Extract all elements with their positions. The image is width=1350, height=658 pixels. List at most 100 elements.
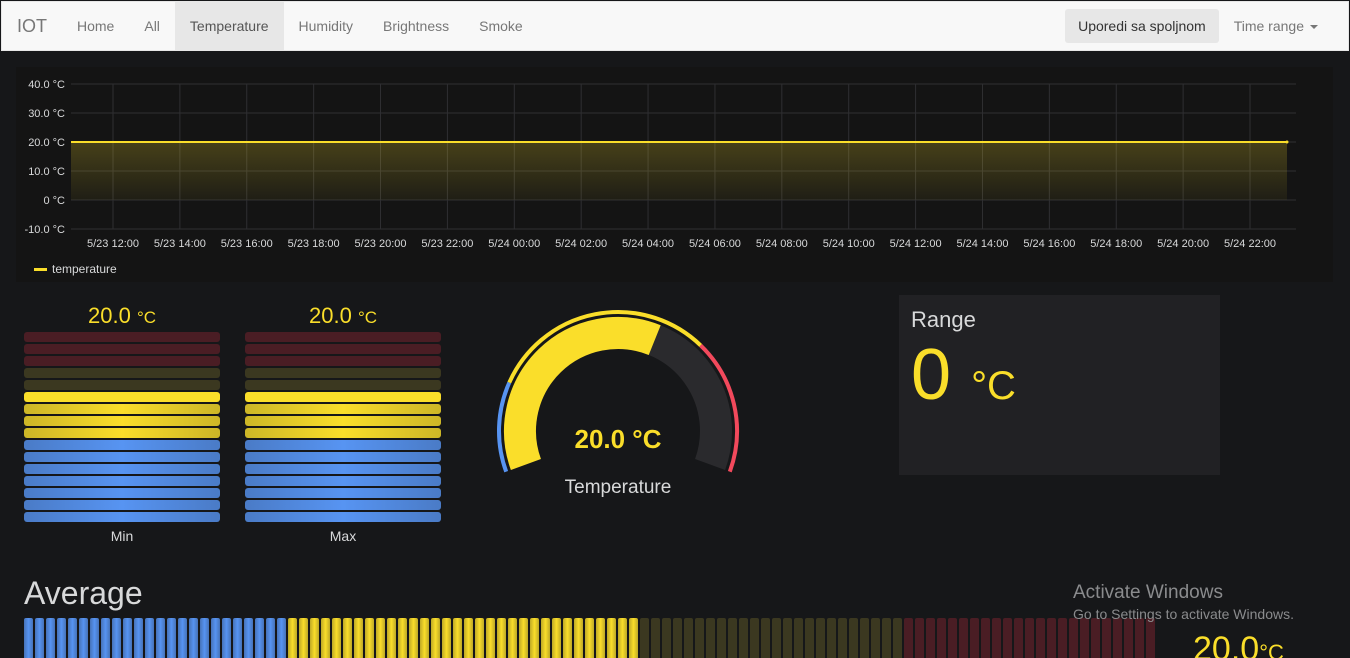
average-cell [453,618,462,658]
gauge-bar-segment [24,452,220,462]
average-cell [1135,618,1144,658]
average-cell [233,618,242,658]
average-cell [464,618,473,658]
nav-temperature[interactable]: Temperature [174,2,284,50]
legend-label: temperature [52,262,117,276]
average-cell [816,618,825,658]
average-cell [981,618,990,658]
average-cell [354,618,363,658]
average-cell [992,618,1001,658]
average-cell [497,618,506,658]
graph-legend[interactable]: temperature [34,262,117,276]
average-cell [761,618,770,658]
nav-all[interactable]: All [129,2,175,50]
average-cell [1058,618,1067,658]
gauge-bar-segment [24,428,220,438]
average-title: Average [24,575,143,611]
average-cell [1080,618,1089,658]
x-tick-label: 5/24 02:00 [555,238,607,250]
average-cell [959,618,968,658]
average-cell [640,618,649,658]
nav-home[interactable]: Home [62,2,129,50]
average-cell [618,618,627,658]
average-cell [1025,618,1034,658]
average-cell [706,618,715,658]
gauge-bar-segment [245,464,441,474]
x-tick-label: 5/24 00:00 [488,238,540,250]
gauge-bar-segment [245,416,441,426]
temperature-gauge: 20.0 °C Temperature [487,300,749,510]
x-tick-label: 5/24 10:00 [823,238,875,250]
gauge-bar-segment [24,500,220,510]
gauge-dial: 20.0 °C Temperature [497,310,739,498]
compare-button[interactable]: Uporedi sa spoljnom [1065,9,1219,43]
average-cell [156,618,165,658]
x-tick-label: 5/24 22:00 [1224,238,1276,250]
average-cell [46,618,55,658]
temperature-graph[interactable]: 40.0 °C 30.0 °C 20.0 °C 10.0 °C 0 °C -10.0 °C… [16,67,1333,257]
average-cell [915,618,924,658]
average-cell [189,618,198,658]
average-cell [200,618,209,658]
gauge-bar-segment [24,356,220,366]
y-tick-label: 0 °C [43,195,65,207]
range-title: Range [911,307,976,332]
average-cell [68,618,77,658]
nav-humidity[interactable]: Humidity [284,2,368,50]
y-tick-label: 30.0 °C [28,108,65,120]
average-cell [695,618,704,658]
average-value-unit: °C [1259,640,1284,658]
average-cell [1003,618,1012,658]
average-cell [1014,618,1023,658]
average-cell [255,618,264,658]
max-bar-gauge: 20.0 °C Max [245,300,441,544]
x-tick-label: 5/23 12:00 [87,238,139,250]
average-cell [926,618,935,658]
average-cell [904,618,913,658]
average-cell [838,618,847,658]
brand[interactable]: IOT [2,1,62,51]
time-range-label: Time range [1233,18,1304,34]
average-cell [629,618,638,658]
average-cell [970,618,979,658]
average-cell [1124,618,1133,658]
average-cell [871,618,880,658]
range-value-unit: °C [971,364,1016,408]
average-cell [948,618,957,658]
average-cell [662,618,671,658]
average-value: 20.0°C [1193,630,1284,658]
average-cell [563,618,572,658]
average-cell [288,618,297,658]
nav-brightness[interactable]: Brightness [368,2,464,50]
average-cell [728,618,737,658]
gauge-bar-segment [245,356,441,366]
average-cell [376,618,385,658]
nav-right: Uporedi sa spoljnom Time range [1065,2,1348,50]
gauge-bar-segment [245,380,441,390]
average-cell [343,618,352,658]
average-cell [1036,618,1045,658]
x-tick-label: 5/24 16:00 [1023,238,1075,250]
navbar: IOT Home All Temperature Humidity Bright… [1,1,1349,51]
average-cell [387,618,396,658]
nav-smoke[interactable]: Smoke [464,2,538,50]
average-cell [178,618,187,658]
average-cell [79,618,88,658]
min-bar-gauge: 20.0 °C Min [24,300,220,544]
activate-windows-subtitle: Go to Settings to activate Windows. [1073,606,1294,622]
time-range-dropdown[interactable]: Time range [1221,2,1348,50]
y-tick-label: 20.0 °C [28,137,65,149]
temperature-graph-panel: 40.0 °C 30.0 °C 20.0 °C 10.0 °C 0 °C -10.0 °C… [16,67,1333,282]
average-cell [431,618,440,658]
gauge-bar-segment [245,452,441,462]
average-cell [475,618,484,658]
average-cell [211,618,220,658]
average-cell [805,618,814,658]
gauge-bar-segment [245,428,441,438]
gauge-bar-segment [24,404,220,414]
x-tick-label: 5/23 14:00 [154,238,206,250]
average-cell [552,618,561,658]
average-cell [651,618,660,658]
average-cell [321,618,330,658]
average-value-number: 20.0 [1193,630,1260,658]
